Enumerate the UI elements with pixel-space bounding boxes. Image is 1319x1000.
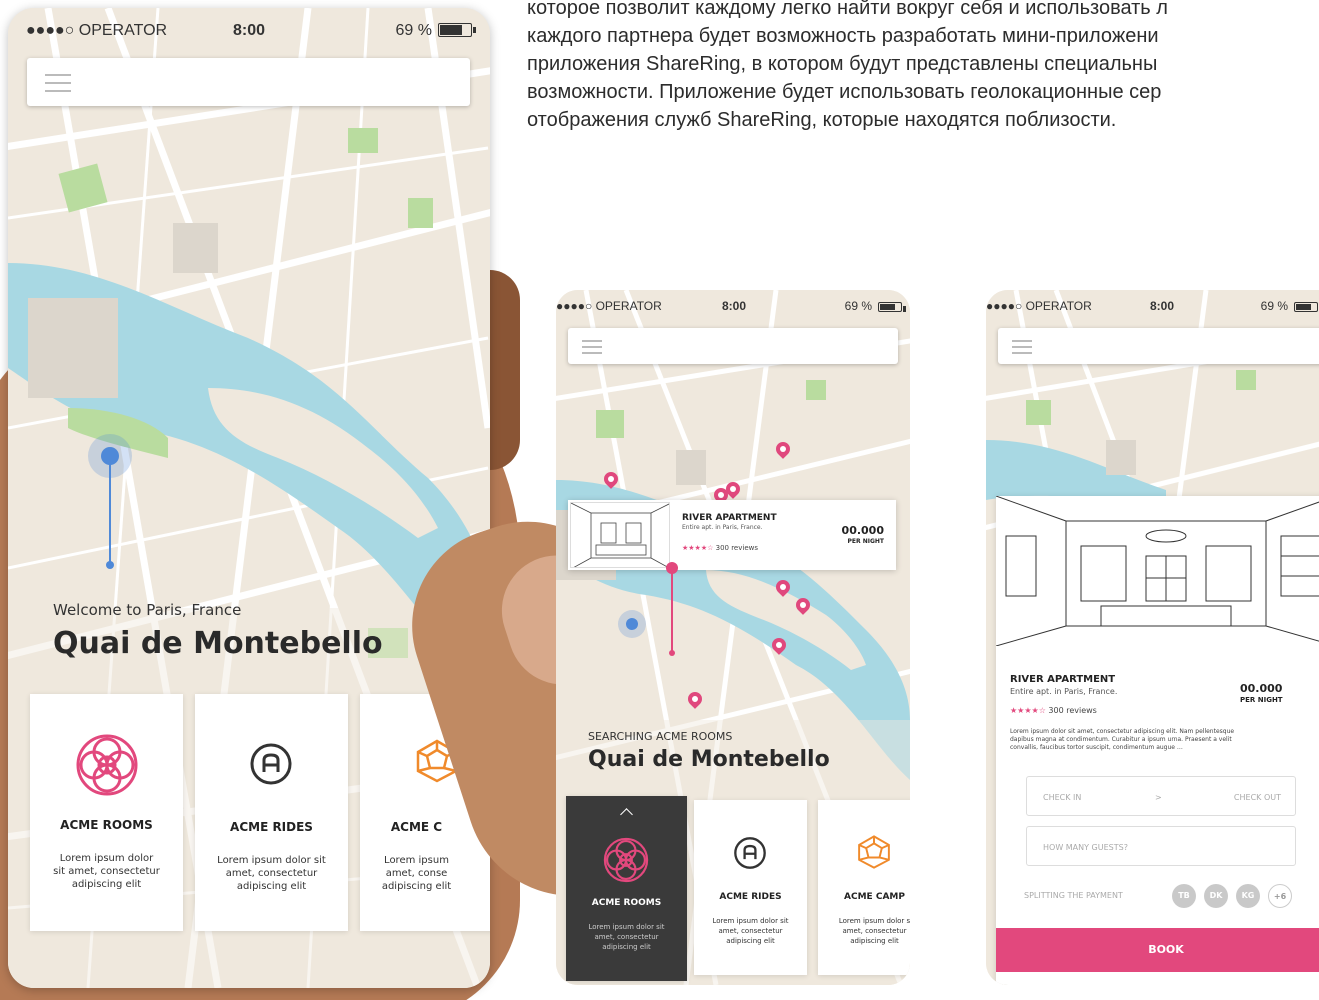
time-label: 8:00: [722, 299, 747, 313]
card-title: ACME ROOMS: [60, 818, 153, 832]
review-count: 300 reviews: [1048, 706, 1097, 715]
card-title: ACME RIDES: [719, 892, 782, 902]
listing-rating: ★★★★☆ 300 reviews: [682, 544, 758, 552]
service-card-rides[interactable]: ACME RIDES Lorem ipsum dolor sit amet, c…: [195, 694, 348, 931]
battery-icon: [1294, 302, 1318, 312]
time-label: 8:00: [233, 22, 266, 39]
battery-icon: [878, 302, 906, 312]
description-paragraph: которое позволит каждому легко найти вок…: [527, 0, 1319, 134]
star-rating: ★★★★☆: [682, 544, 714, 552]
check-in-label: CHECK IN: [1043, 793, 1082, 802]
flower-icon: [76, 734, 138, 796]
listing-detail-panel: RIVER APARTMENT Entire apt. in Paris, Fr…: [996, 496, 1319, 985]
search-bar[interactable]: [568, 328, 898, 364]
guests-placeholder: HOW MANY GUESTS?: [1043, 843, 1128, 852]
price-unit: PER NIGHT: [1240, 696, 1283, 704]
place-title: Quai de Montebello: [53, 626, 383, 661]
guests-field[interactable]: HOW MANY GUESTS?: [1026, 826, 1296, 866]
avatar[interactable]: DK: [1204, 884, 1228, 908]
status-bar: ●●●●○ OPERATOR 8:00 69 %: [986, 290, 1319, 324]
status-bar: ●●●●○ OPERATOR 8:00 69 %: [8, 8, 490, 52]
card-title: ACME CAMP: [844, 892, 905, 902]
listing-subtitle: Entire apt. in Paris, France.: [682, 524, 763, 531]
card-title: ACME ROOMS: [591, 898, 662, 908]
location-dot: [626, 618, 638, 630]
hamburger-menu-icon[interactable]: [45, 74, 71, 92]
paragraph-line: которое позволит каждому легко найти вок…: [527, 0, 1168, 19]
battery-indicator: 69 %: [845, 299, 906, 313]
operator-label: ●●●●○ OPERATOR: [986, 299, 1092, 313]
hamburger-menu-icon[interactable]: [582, 340, 602, 358]
paragraph-line: возможности. Приложение будет использова…: [527, 81, 1162, 103]
card-description: Lorem ipsum dolor sit amet, consectetur …: [712, 917, 789, 945]
listing-subtitle: Entire apt. in Paris, France.: [1010, 687, 1118, 696]
listing-rating: ★★★★☆ 300 reviews: [1010, 706, 1097, 715]
time-label: 8:00: [1150, 299, 1175, 313]
selected-pin-anchor: [669, 650, 675, 656]
split-payment-label: SPLITTING THE PAYMENT: [1024, 891, 1123, 900]
phone-screen-search: ●●●●○ OPERATOR 8:00 69 % RIVER APARTMENT…: [556, 290, 910, 985]
service-card-camp[interactable]: ACME CAMP Lorem ipsum dolor s amet, cons…: [818, 800, 910, 975]
polyhedron-icon: [858, 835, 890, 869]
battery-icon: [438, 23, 476, 37]
avatar[interactable]: KG: [1236, 884, 1260, 908]
selected-pin-line: [671, 572, 673, 652]
listing-title: RIVER APARTMENT: [1010, 674, 1116, 685]
check-in-out-field[interactable]: CHECK IN > CHECK OUT: [1026, 776, 1296, 816]
card-description: Lorem ipsum amet, conse adipiscing elit: [381, 855, 452, 892]
search-bar[interactable]: [27, 58, 470, 106]
flower-icon: [603, 837, 649, 883]
listing-description: Lorem ipsum dolor sit amet, consectetur …: [1010, 728, 1235, 751]
listing-popup[interactable]: RIVER APARTMENT Entire apt. in Paris, Fr…: [568, 500, 896, 570]
phone-screen-listing: ●●●●○ OPERATOR 8:00 69 % RIVER APARTMENT…: [986, 290, 1319, 985]
card-title: ACME C: [390, 820, 443, 834]
check-out-label: CHECK OUT: [1233, 793, 1281, 802]
listing-price: 00.000: [1240, 682, 1283, 695]
chevron-up-icon[interactable]: [620, 808, 633, 821]
card-description: Lorem ipsum dolor sit amet, consectetur …: [53, 853, 160, 890]
book-button[interactable]: BOOK: [996, 928, 1319, 972]
circle-a-icon: [734, 837, 766, 869]
hamburger-menu-icon[interactable]: [1012, 340, 1032, 358]
location-line: [109, 464, 111, 566]
card-description: Lorem ipsum dolor sit amet, consectetur …: [588, 923, 665, 951]
battery-indicator: 69 %: [395, 22, 476, 40]
service-card-rides[interactable]: ACME RIDES Lorem ipsum dolor sit amet, c…: [694, 800, 807, 975]
phone-screen-home: ●●●●○ OPERATOR 8:00 69 % Welcome to Pari…: [8, 8, 490, 988]
apartment-sketch-image: [570, 502, 670, 568]
operator-label: ●●●●○ OPERATOR: [26, 22, 168, 39]
avatar[interactable]: TB: [1172, 884, 1196, 908]
more-avatars-badge[interactable]: +6: [1268, 884, 1292, 908]
search-bar[interactable]: [998, 328, 1319, 364]
status-bar: ●●●●○ OPERATOR 8:00 69 %: [556, 290, 910, 324]
service-card-rooms[interactable]: ACME ROOMS Lorem ipsum dolor sit amet, c…: [30, 694, 183, 931]
searching-label: SEARCHING ACME ROOMS: [588, 730, 733, 743]
listing-title: RIVER APARTMENT: [682, 513, 777, 523]
battery-percent: 69 %: [395, 22, 432, 39]
paragraph-line: отображения служб ShareRing, которые нах…: [527, 109, 1117, 131]
apartment-sketch-image: [996, 496, 1319, 646]
paragraph-line: приложения ShareRing, в котором будут пр…: [527, 53, 1158, 75]
price-unit: PER NIGHT: [847, 538, 885, 545]
listing-price: 00.000: [841, 524, 884, 537]
location-anchor-dot: [106, 561, 114, 569]
card-description: Lorem ipsum dolor s amet, consectetur ad…: [838, 917, 910, 945]
place-title: Quai de Montebello: [588, 747, 830, 772]
location-dot: [101, 447, 119, 465]
welcome-text: Welcome to Paris, France: [53, 601, 242, 619]
service-card-rooms[interactable]: ACME ROOMS Lorem ipsum dolor sit amet, c…: [566, 796, 687, 981]
battery-indicator: 69 %: [1261, 299, 1318, 313]
paragraph-line: каждого партнера будет возможность разра…: [527, 25, 1159, 47]
review-count: 300 reviews: [715, 544, 759, 552]
star-rating: ★★★★☆: [1010, 706, 1046, 715]
operator-label: ●●●●○ OPERATOR: [556, 299, 662, 313]
date-arrow: >: [1155, 793, 1162, 802]
circle-a-icon: [250, 743, 292, 785]
